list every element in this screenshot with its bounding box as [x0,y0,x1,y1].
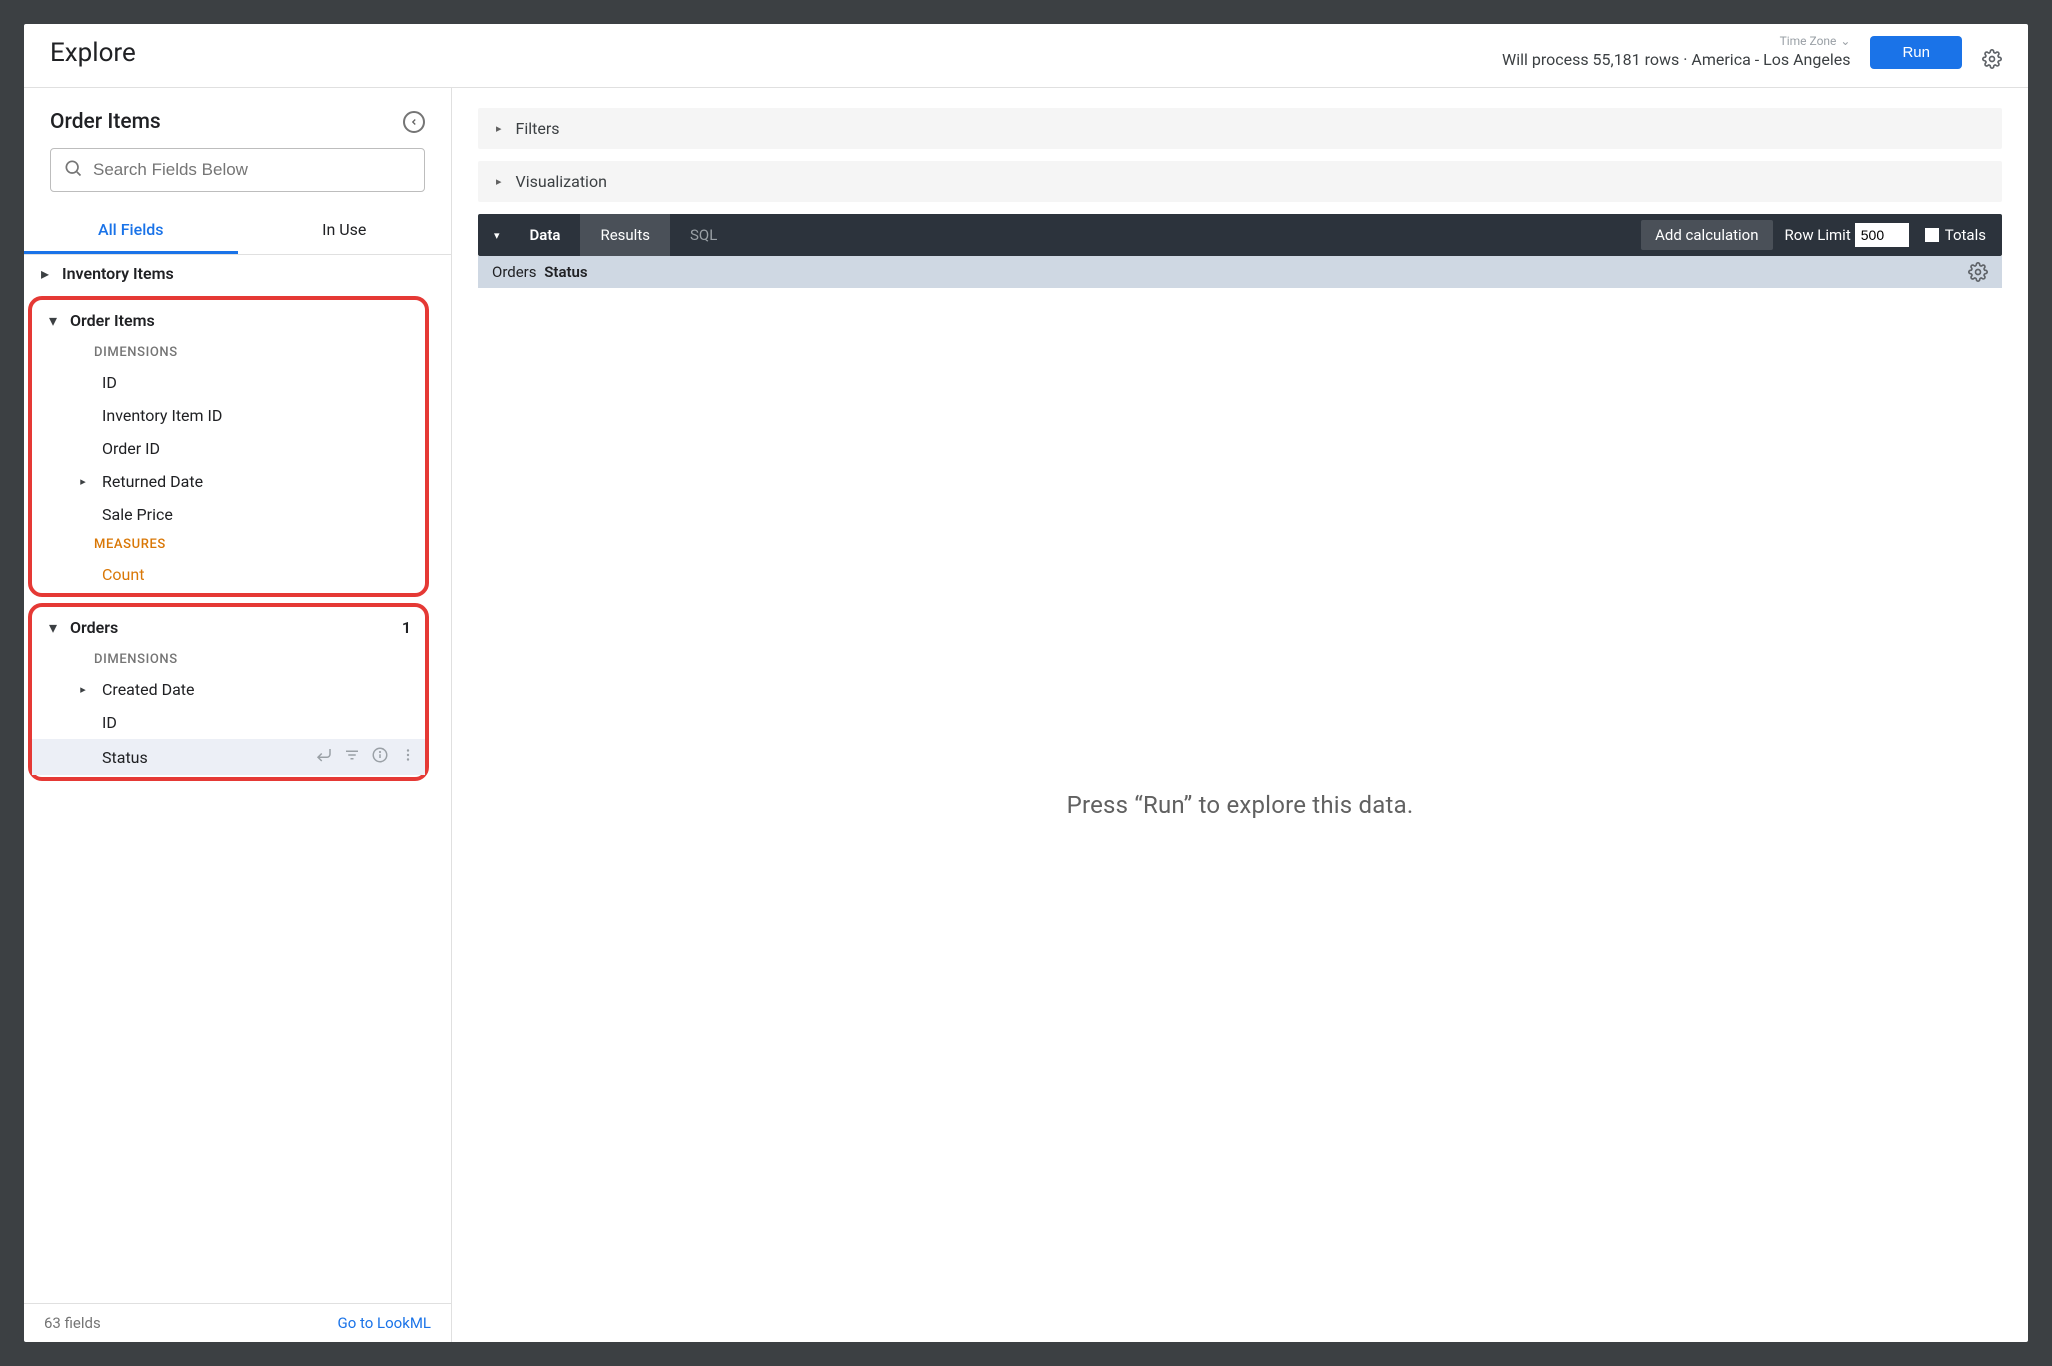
caret-right-icon: ▸ [40,264,50,283]
row-limit-label: Row Limit [1785,226,1851,244]
explore-title: Order Items [50,110,161,134]
caret-right-icon: ▸ [76,683,90,696]
search-icon [63,158,83,182]
field-tabs: All Fields In Use [24,206,451,255]
highlight-orders: ▾ Orders 1 DIMENSIONS ▸Created Date ID S… [28,603,429,781]
row-limit-input[interactable] [1855,223,1909,247]
field-picker-sidebar: Order Items All Fields In Use [24,88,452,1342]
timezone-value[interactable]: America - Los Angeles [1691,50,1850,69]
field-tree[interactable]: ▸ Inventory Items ▾ Order Items DIMENSIO… [24,255,433,1303]
filters-panel[interactable]: ▸ Filters [478,108,2002,149]
data-bar: ▾ Data Results SQL Add calculation Row L… [478,214,2002,256]
field-status[interactable]: Status [32,739,425,775]
result-column-header[interactable]: Orders Status [478,256,2002,288]
caret-right-icon: ▸ [496,175,502,188]
visualization-panel[interactable]: ▸ Visualization [478,161,2002,202]
caret-right-icon: ▸ [496,122,502,135]
selected-count-badge: 1 [402,618,415,637]
tab-data[interactable]: Data [510,214,581,256]
view-inventory-items[interactable]: ▸ Inventory Items [24,255,433,292]
topbar: Explore Will process 55,181 rows · Ameri… [24,24,2028,88]
search-input-wrap[interactable] [50,148,425,192]
tab-results[interactable]: Results [580,214,670,256]
view-order-items[interactable]: ▾ Order Items [32,302,425,339]
field-count-text: 63 fields [44,1314,101,1332]
field-sale-price[interactable]: Sale Price [32,498,425,531]
tab-sql[interactable]: SQL [670,214,737,256]
run-prompt-text: Press “Run” to explore this data. [478,288,2002,1322]
sidebar-footer: 63 fields Go to LookML [24,1303,451,1342]
timezone-dropdown[interactable]: Time Zone ⌄ [1780,34,1851,48]
kebab-menu-icon[interactable] [399,746,417,768]
caret-down-icon: ▾ [48,311,58,330]
field-id[interactable]: ID [32,366,425,399]
process-rows-text: Will process 55,181 rows · [1502,50,1691,69]
filter-icon[interactable] [343,746,361,768]
view-orders[interactable]: ▾ Orders 1 [32,609,425,646]
chevron-down-icon: ⌄ [1840,34,1850,48]
search-input[interactable] [93,160,412,180]
totals-checkbox[interactable]: Totals [1925,226,2002,244]
tab-all-fields[interactable]: All Fields [24,206,238,254]
caret-down-icon: ▾ [48,618,58,637]
add-calculation-button[interactable]: Add calculation [1641,220,1772,250]
highlight-order-items: ▾ Order Items DIMENSIONS ID Inventory It… [28,296,429,597]
info-icon[interactable] [371,746,389,768]
field-order-id[interactable]: Order ID [32,432,425,465]
dimensions-label: DIMENSIONS [32,646,425,673]
app-window: Explore Will process 55,181 rows · Ameri… [24,24,2028,1342]
column-gear-icon[interactable] [1968,262,1988,282]
field-inventory-item-id[interactable]: Inventory Item ID [32,399,425,432]
pivot-icon[interactable] [315,746,333,768]
page-title: Explore [50,38,136,68]
collapse-sidebar-button[interactable] [403,111,425,133]
measures-label: MEASURES [32,531,425,558]
field-created-date[interactable]: ▸Created Date [32,673,425,706]
topbar-right: Will process 55,181 rows · America - Los… [1502,36,2002,69]
dimensions-label: DIMENSIONS [32,339,425,366]
field-count[interactable]: Count [32,558,425,591]
field-returned-date[interactable]: ▸Returned Date [32,465,425,498]
go-to-lookml-link[interactable]: Go to LookML [338,1314,432,1332]
main-area: ▸ Filters ▸ Visualization ▾ Data Results… [452,88,2028,1342]
run-button[interactable]: Run [1870,36,1962,69]
field-orders-id[interactable]: ID [32,706,425,739]
settings-gear-icon[interactable] [1982,49,2002,69]
checkbox-icon [1925,228,1939,242]
caret-down-icon[interactable]: ▾ [478,229,510,242]
tab-in-use[interactable]: In Use [238,206,452,254]
caret-right-icon: ▸ [76,475,90,488]
